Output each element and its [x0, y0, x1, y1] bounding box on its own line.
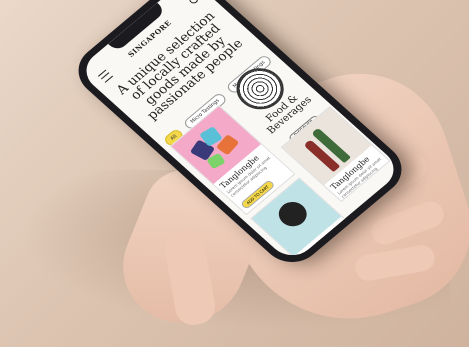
brand-emblem: [273, 196, 313, 232]
photo-scene: SINGAPORE A unique selection of locally …: [0, 0, 469, 347]
